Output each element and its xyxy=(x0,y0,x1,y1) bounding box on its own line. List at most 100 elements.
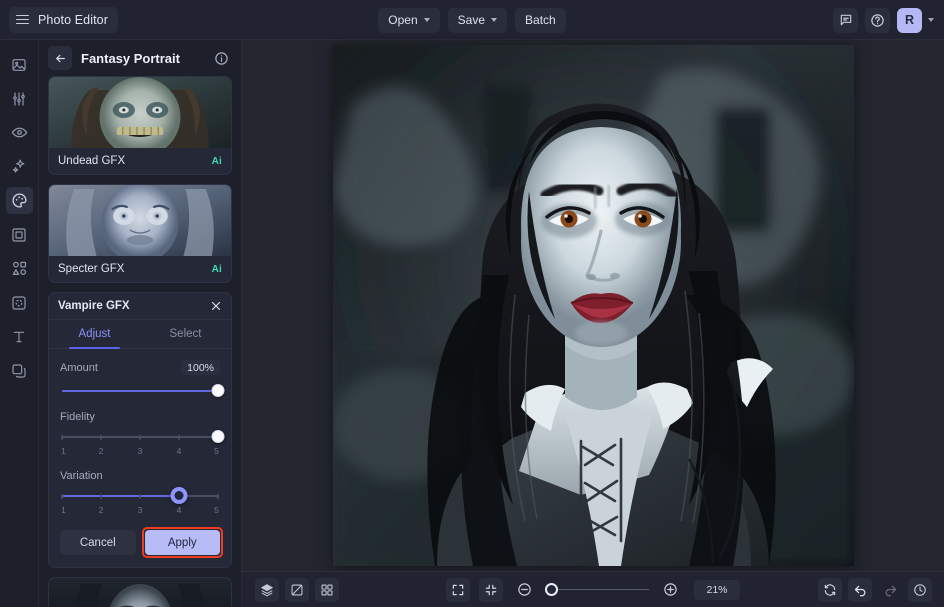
open-label: Open xyxy=(388,13,417,27)
fit-screen-button[interactable] xyxy=(479,578,503,602)
reset-icon xyxy=(823,583,837,597)
cancel-button[interactable]: Cancel xyxy=(60,530,136,555)
tick-label: 2 xyxy=(99,446,104,456)
slider-fill xyxy=(62,390,218,392)
preset-name: Specter GFX xyxy=(58,263,124,275)
zoom-in-icon xyxy=(663,582,678,597)
control-label: Fidelity xyxy=(60,411,95,423)
control-label: Amount xyxy=(60,362,98,374)
undo-button[interactable] xyxy=(848,578,872,602)
help-circle-icon xyxy=(870,13,885,28)
redo-button[interactable] xyxy=(878,578,902,602)
list-item[interactable]: Undead GFX Ai xyxy=(48,76,232,175)
zoom-out-icon xyxy=(517,582,532,597)
layers-copy-icon xyxy=(11,363,27,379)
apply-button[interactable]: Apply xyxy=(145,530,221,555)
tick-label: 5 xyxy=(214,505,219,515)
tool-preview[interactable] xyxy=(6,119,33,146)
control-value: 100% xyxy=(181,360,220,375)
history-button[interactable] xyxy=(908,578,932,602)
zoom-in-button[interactable] xyxy=(658,578,682,602)
amount-slider[interactable] xyxy=(62,384,218,398)
app-root: Photo Editor Open Save Batch xyxy=(0,0,944,607)
slider-handle[interactable] xyxy=(171,487,188,504)
eye-icon xyxy=(11,124,28,141)
list-item[interactable] xyxy=(48,577,232,607)
effects-panel: Fantasy Portrait xyxy=(39,40,242,607)
batch-button[interactable]: Batch xyxy=(515,8,566,33)
zoom-out-button[interactable] xyxy=(512,578,536,602)
tick-label: 2 xyxy=(99,505,104,515)
text-icon xyxy=(11,329,27,345)
top-toolbar: Photo Editor Open Save Batch xyxy=(0,0,944,40)
effect-editor-header: Vampire GFX xyxy=(49,293,231,320)
zoom-slider-track xyxy=(545,589,649,591)
info-button[interactable] xyxy=(210,47,232,69)
tool-shapes[interactable] xyxy=(6,255,33,282)
tab-select[interactable]: Select xyxy=(140,320,231,348)
control-variation: Variation 1 2 3 4 xyxy=(49,459,231,518)
panel-header: Fantasy Portrait xyxy=(39,40,241,76)
image-icon xyxy=(11,57,27,73)
tool-adjust[interactable] xyxy=(6,85,33,112)
tool-effects[interactable] xyxy=(6,153,33,180)
history-actions xyxy=(818,578,932,602)
variation-slider[interactable] xyxy=(62,489,218,503)
slider-handle[interactable] xyxy=(212,384,225,397)
control-amount: Amount 100% xyxy=(49,349,231,398)
control-fidelity: Fidelity 1 2 3 4 5 xyxy=(49,400,231,459)
tick-label: 4 xyxy=(177,446,182,456)
tool-duplicate[interactable] xyxy=(6,357,33,384)
list-item[interactable]: Specter GFX Ai xyxy=(48,184,232,283)
effect-tabs: Adjust Select xyxy=(49,320,231,349)
chevron-down-icon xyxy=(424,18,430,22)
history-icon xyxy=(913,583,927,597)
tool-image[interactable] xyxy=(6,51,33,78)
fidelity-slider[interactable] xyxy=(62,430,218,444)
close-button[interactable] xyxy=(210,300,222,312)
reset-button[interactable] xyxy=(818,578,842,602)
frame-icon xyxy=(11,227,27,243)
avatar-chevron-down-icon[interactable] xyxy=(928,18,934,22)
canvas-area[interactable] xyxy=(242,40,944,571)
sliders-icon xyxy=(11,91,27,107)
tool-frame[interactable] xyxy=(6,221,33,248)
save-button[interactable]: Save xyxy=(448,8,507,33)
preset-footer: Undead GFX Ai xyxy=(49,148,231,174)
tool-text[interactable] xyxy=(6,323,33,350)
back-button[interactable] xyxy=(48,46,72,70)
preset-thumbnail-undead xyxy=(49,77,231,148)
fullscreen-button[interactable] xyxy=(446,578,470,602)
close-icon xyxy=(210,300,222,312)
zoom-level[interactable]: 21% xyxy=(694,580,740,600)
fidelity-tick-labels: 1 2 3 4 5 xyxy=(62,446,218,459)
shapes-icon xyxy=(11,260,28,277)
ai-badge: Ai xyxy=(212,156,222,167)
comment-button[interactable] xyxy=(833,8,858,33)
tick-label: 4 xyxy=(177,505,182,515)
zoom-slider-handle[interactable] xyxy=(545,583,558,596)
preset-footer: Specter GFX Ai xyxy=(49,256,231,282)
fullscreen-icon xyxy=(451,583,465,597)
tick-label: 3 xyxy=(138,505,143,515)
zoom-slider[interactable] xyxy=(545,583,649,597)
preset-thumbnail-next xyxy=(49,578,231,607)
tick-label: 1 xyxy=(61,446,66,456)
slider-handle[interactable] xyxy=(212,430,225,443)
sparkles-icon xyxy=(11,158,28,175)
tab-adjust[interactable]: Adjust xyxy=(49,320,140,348)
avatar[interactable]: R xyxy=(897,8,922,33)
chevron-down-icon xyxy=(491,18,497,22)
tool-mask[interactable] xyxy=(6,289,33,316)
open-button[interactable]: Open xyxy=(378,8,439,33)
slider-fill xyxy=(62,495,179,497)
bottom-toolbar: 21% xyxy=(242,571,944,607)
preset-list[interactable]: Undead GFX Ai xyxy=(39,76,241,607)
tick-label: 5 xyxy=(214,446,219,456)
ai-badge: Ai xyxy=(212,264,222,275)
page-title: Fantasy Portrait xyxy=(81,51,206,66)
top-right-actions: R xyxy=(833,0,934,40)
tool-style[interactable] xyxy=(6,187,33,214)
mask-icon xyxy=(11,295,27,311)
help-button[interactable] xyxy=(865,8,890,33)
